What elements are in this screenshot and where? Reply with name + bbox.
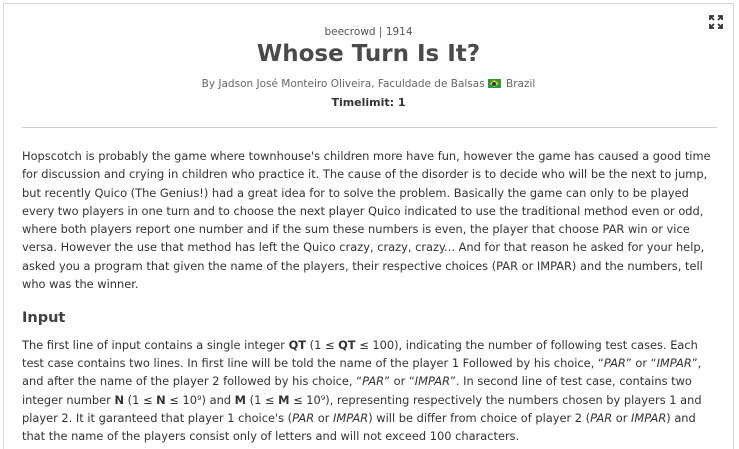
- divider: [22, 127, 717, 128]
- timelimit: Timelimit: 1: [331, 96, 406, 109]
- input-paragraph: The first line of input contains a singl…: [22, 337, 702, 444]
- input-heading: Input: [22, 310, 66, 327]
- problem-panel: beecrowd | 1914 Whose Turn Is It? By Jad…: [3, 3, 734, 449]
- problem-meta: beecrowd | 1914: [4, 26, 733, 38]
- meta-separator: |: [378, 26, 383, 38]
- author-line: By Jadson José Monteiro Oliveira, Faculd…: [4, 78, 733, 90]
- source-label: beecrowd: [324, 26, 376, 38]
- author-name: Jadson José Monteiro Oliveira, Faculdade…: [218, 78, 485, 90]
- page-title: Whose Turn Is It?: [256, 41, 481, 67]
- description-paragraph: Hopscotch is probably the game where tow…: [22, 149, 711, 292]
- brazil-flag-icon: [487, 79, 501, 88]
- problem-id: 1914: [385, 26, 413, 38]
- author-country: Brazil: [506, 78, 536, 90]
- problem-content: Hopscotch is probably the game where tow…: [22, 147, 721, 445]
- author-prefix: By: [201, 78, 216, 90]
